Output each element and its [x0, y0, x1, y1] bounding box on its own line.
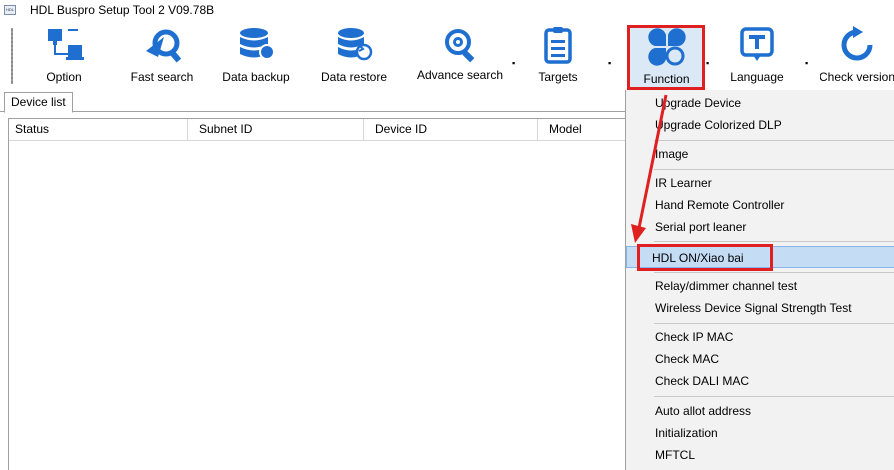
- targets-button[interactable]: Targets: [533, 26, 583, 88]
- database-icon: [236, 26, 276, 64]
- tab-device-list[interactable]: Device list: [4, 92, 73, 113]
- menu-item-upgrade-device[interactable]: Upgrade Device: [630, 92, 894, 114]
- menu-separator: [654, 323, 894, 324]
- window-title: HDL Buspro Setup Tool 2 V09.78B: [30, 3, 215, 17]
- targets-label: Targets: [538, 70, 578, 84]
- menu-item-check-dali-mac[interactable]: Check DALI MAC: [630, 370, 894, 392]
- tab-strip: Device list: [0, 90, 625, 113]
- magnifier-gear-icon: [440, 26, 480, 64]
- option-button[interactable]: Option: [42, 26, 86, 88]
- clover-icon: [647, 28, 687, 66]
- column-model[interactable]: Model: [549, 122, 582, 136]
- menu-item-upgrade-colorized-dlp[interactable]: Upgrade Colorized DLP: [630, 114, 894, 136]
- menu-item-hdl-on-xiao-bai[interactable]: HDL ON/Xiao bai: [626, 246, 894, 268]
- menu-item-check-ip-mac[interactable]: Check IP MAC: [630, 326, 894, 348]
- function-dropdown-menu: Upgrade Device Upgrade Colorized DLP Ima…: [625, 90, 894, 470]
- option-label: Option: [46, 70, 82, 84]
- text-t-icon: [737, 26, 777, 64]
- column-device-id[interactable]: Device ID: [375, 122, 427, 136]
- title-bar: HDL HDL Buspro Setup Tool 2 V09.78B: [0, 0, 894, 22]
- targets-dropdown-arrow[interactable]: ▪: [608, 58, 611, 68]
- language-label: Language: [730, 70, 784, 84]
- checklist-icon: [538, 26, 578, 64]
- column-separator[interactable]: [363, 119, 364, 141]
- language-dropdown-arrow[interactable]: ▪: [805, 58, 808, 68]
- data-restore-label: Data restore: [320, 70, 388, 84]
- menu-separator: [654, 169, 894, 170]
- menu-item-ir-learner[interactable]: IR Learner: [630, 172, 894, 194]
- database-restore-icon: [334, 26, 374, 64]
- menu-item-image[interactable]: Image: [630, 143, 894, 165]
- menu-item-serial-port-leaner[interactable]: Serial port leaner: [630, 216, 894, 238]
- menu-item-hand-remote-controller[interactable]: Hand Remote Controller: [630, 194, 894, 216]
- column-status[interactable]: Status: [15, 122, 49, 136]
- fast-search-label: Fast search: [130, 70, 194, 84]
- grid-header: Status Subnet ID Device ID Model: [9, 119, 629, 141]
- data-backup-label: Data backup: [222, 70, 290, 84]
- menu-separator: [654, 241, 894, 242]
- advance-search-button[interactable]: Advance search: [410, 26, 510, 88]
- menu-separator: [654, 272, 894, 273]
- check-version-label: Check version: [820, 70, 894, 84]
- function-dropdown-arrow[interactable]: ▪: [706, 58, 709, 68]
- refresh-icon: [837, 26, 877, 64]
- menu-separator: [654, 140, 894, 141]
- menu-separator: [654, 396, 894, 397]
- data-backup-button[interactable]: Data backup: [220, 26, 292, 88]
- airplane-search-icon: [142, 26, 182, 64]
- menu-item-auto-allot-address[interactable]: Auto allot address: [630, 400, 894, 422]
- check-version-button[interactable]: Check version: [820, 26, 894, 88]
- data-restore-button[interactable]: Data restore: [315, 26, 393, 88]
- advance-search-dropdown-arrow[interactable]: ▪: [512, 58, 515, 68]
- network-icon: [44, 26, 84, 64]
- toolbar-grip[interactable]: [11, 28, 13, 84]
- advance-search-label: Advance search: [416, 68, 504, 82]
- function-label: Function: [643, 72, 690, 86]
- menu-item-wireless-signal-strength-test[interactable]: Wireless Device Signal Strength Test: [630, 297, 894, 319]
- toolbar: Option Fast search Data backup Data rest…: [0, 22, 894, 90]
- menu-item-initialization[interactable]: Initialization: [630, 422, 894, 444]
- column-separator[interactable]: [187, 119, 188, 141]
- menu-item-mftcl[interactable]: MFTCL: [630, 444, 894, 466]
- menu-item-check-mac[interactable]: Check MAC: [630, 348, 894, 370]
- language-button[interactable]: Language: [725, 26, 789, 88]
- app-logo-icon: HDL: [4, 5, 16, 15]
- column-subnet-id[interactable]: Subnet ID: [199, 122, 252, 136]
- column-separator[interactable]: [537, 119, 538, 141]
- function-button[interactable]: Function: [630, 28, 703, 90]
- menu-item-relay-dimmer-channel-test[interactable]: Relay/dimmer channel test: [630, 275, 894, 297]
- device-list-grid[interactable]: Status Subnet ID Device ID Model: [8, 118, 629, 470]
- fast-search-button[interactable]: Fast search: [128, 26, 196, 88]
